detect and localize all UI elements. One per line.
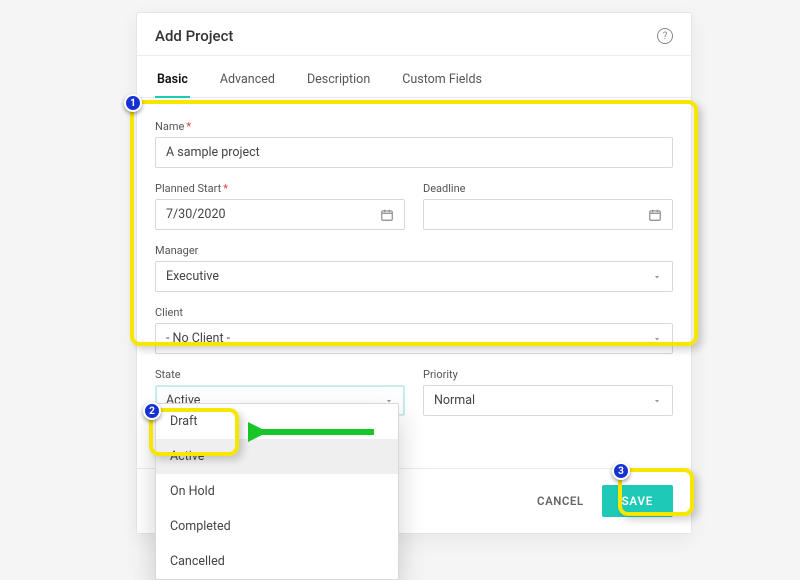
annotation-badge-3: 3 <box>612 462 630 480</box>
label-planned-start: Planned Start <box>155 182 221 195</box>
required-mark: * <box>186 120 191 133</box>
client-value: - No Client - <box>166 331 230 346</box>
tab-custom-fields[interactable]: Custom Fields <box>400 64 484 97</box>
name-input[interactable]: A sample project <box>155 137 673 168</box>
manager-select[interactable]: Executive <box>155 261 673 292</box>
state-option-draft[interactable]: Draft <box>156 404 398 439</box>
field-client: Client - No Client - <box>155 306 673 354</box>
priority-select[interactable]: Normal <box>423 385 673 416</box>
label-state: State <box>155 368 405 381</box>
save-button[interactable]: SAVE <box>602 485 673 517</box>
planned-start-input[interactable]: 7/30/2020 <box>155 199 405 230</box>
state-dropdown: Draft Active On Hold Completed Cancelled <box>155 403 399 580</box>
tab-description[interactable]: Description <box>305 64 372 97</box>
annotation-badge-1: 1 <box>124 94 142 112</box>
chevron-down-icon <box>652 334 662 344</box>
tab-advanced[interactable]: Advanced <box>218 64 277 97</box>
annotation-badge-2: 2 <box>143 402 161 420</box>
manager-value: Executive <box>166 269 219 284</box>
label-manager: Manager <box>155 244 673 257</box>
label-client: Client <box>155 306 673 319</box>
state-option-active[interactable]: Active <box>156 439 398 474</box>
label-priority: Priority <box>423 368 673 381</box>
field-manager: Manager Executive <box>155 244 673 292</box>
label-deadline: Deadline <box>423 182 673 195</box>
state-option-cancelled[interactable]: Cancelled <box>156 544 398 579</box>
chevron-down-icon <box>652 272 662 282</box>
required-mark: * <box>223 182 228 195</box>
priority-value: Normal <box>434 393 475 408</box>
label-name: Name <box>155 120 184 133</box>
help-icon[interactable]: ? <box>657 28 673 44</box>
form-body: Name* A sample project Planned Start* 7/… <box>137 98 691 416</box>
name-value: A sample project <box>166 145 260 160</box>
field-deadline: Deadline <box>423 182 673 230</box>
planned-start-value: 7/30/2020 <box>166 207 226 222</box>
state-option-on-hold[interactable]: On Hold <box>156 474 398 509</box>
calendar-icon <box>648 208 662 222</box>
field-planned-start: Planned Start* 7/30/2020 <box>155 182 405 230</box>
state-option-completed[interactable]: Completed <box>156 509 398 544</box>
cancel-button[interactable]: CANCEL <box>537 494 584 508</box>
calendar-icon <box>380 208 394 222</box>
field-name: Name* A sample project <box>155 120 673 168</box>
add-project-dialog: Add Project ? Basic Advanced Description… <box>136 12 692 534</box>
dialog-title: Add Project <box>155 27 233 45</box>
dialog-header: Add Project ? <box>137 13 691 56</box>
chevron-down-icon <box>652 396 662 406</box>
tab-basic[interactable]: Basic <box>155 64 190 97</box>
field-priority: Priority Normal <box>423 368 673 416</box>
client-select[interactable]: - No Client - <box>155 323 673 354</box>
tab-bar: Basic Advanced Description Custom Fields <box>137 56 691 98</box>
deadline-input[interactable] <box>423 199 673 230</box>
